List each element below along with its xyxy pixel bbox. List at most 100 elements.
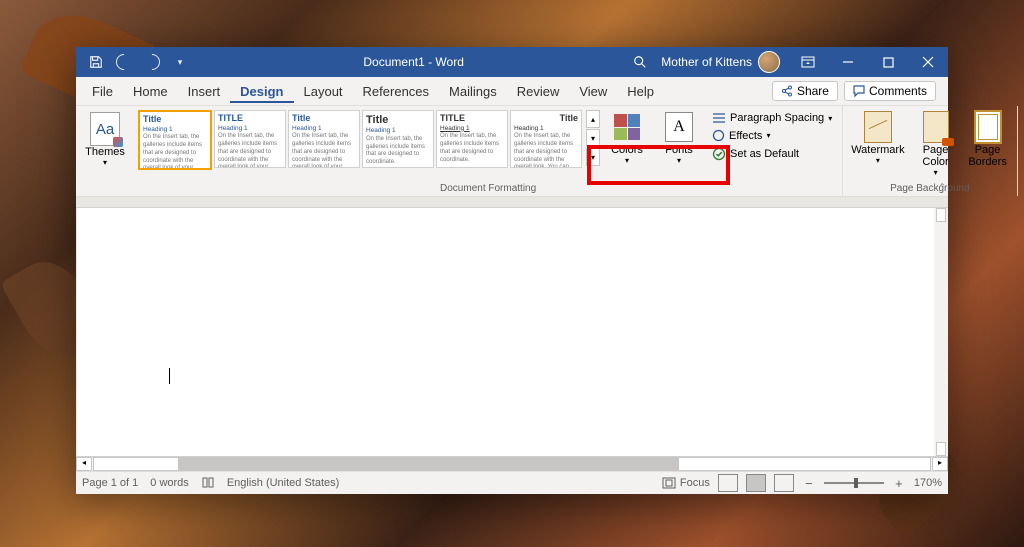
statusbar: Page 1 of 1 0 words English (United Stat… xyxy=(76,471,948,494)
group-label-page-background: Page Background xyxy=(890,181,970,196)
print-layout-button[interactable] xyxy=(746,474,766,492)
colors-button[interactable]: Colors▾ xyxy=(602,110,652,167)
paragraph-spacing-icon xyxy=(712,112,726,124)
fonts-button[interactable]: AFonts▾ xyxy=(654,110,704,167)
maximize-button[interactable] xyxy=(868,47,908,77)
set-as-default-button[interactable]: Set as Default xyxy=(706,145,838,163)
language-button[interactable]: English (United States) xyxy=(227,477,340,489)
minimize-icon xyxy=(842,56,854,68)
zoom-out-button[interactable]: − xyxy=(802,476,816,490)
scroll-left-button[interactable]: ◂ xyxy=(76,457,92,471)
chevron-down-icon: ▾ xyxy=(103,158,107,167)
watermark-icon xyxy=(864,111,892,143)
minimize-button[interactable] xyxy=(828,47,868,77)
themes-button[interactable]: Aa Themes ▾ xyxy=(80,110,130,169)
gallery-down-button[interactable]: ▾ xyxy=(586,129,600,147)
effects-button[interactable]: Effects▾ xyxy=(706,127,838,144)
ribbon-display-options-button[interactable] xyxy=(788,47,828,77)
book-icon xyxy=(201,476,215,490)
gallery-more-button[interactable]: ▾ xyxy=(586,148,600,166)
document-area[interactable] xyxy=(76,208,948,456)
focus-icon xyxy=(662,477,676,489)
colors-icon xyxy=(614,114,640,140)
undo-icon xyxy=(113,51,136,74)
window-title: Document1 - Word xyxy=(200,55,627,69)
themes-icon: Aa xyxy=(90,112,120,146)
comment-icon xyxy=(853,85,865,97)
tab-design[interactable]: Design xyxy=(230,79,293,104)
style-gallery-scroll: ▴ ▾ ▾ xyxy=(586,110,600,167)
read-mode-button[interactable] xyxy=(718,474,738,492)
chevron-down-icon: ▾ xyxy=(876,156,880,165)
tab-view[interactable]: View xyxy=(569,79,617,104)
avatar xyxy=(758,51,780,73)
chevron-down-icon: ▾ xyxy=(625,156,629,165)
zoom-slider[interactable] xyxy=(824,482,884,484)
style-set-2[interactable]: TITLEHeading 1On the Insert tab, the gal… xyxy=(214,110,286,168)
tab-review[interactable]: Review xyxy=(507,79,570,104)
search-icon xyxy=(633,55,647,69)
titlebar: ▾ Document1 - Word Mother of Kittens xyxy=(76,47,948,77)
qat-customize-button[interactable]: ▾ xyxy=(168,50,192,74)
ruler-area xyxy=(76,197,948,208)
group-label-document-formatting: Document Formatting xyxy=(440,181,536,196)
scroll-thumb[interactable] xyxy=(178,458,680,470)
ribbon-options-icon xyxy=(801,56,815,68)
quick-access-toolbar: ▾ xyxy=(76,50,200,74)
horizontal-scrollbar[interactable]: ◂ ▸ xyxy=(76,456,948,471)
undo-button[interactable] xyxy=(112,50,136,74)
style-set-4[interactable]: TitleHeading 1On the Insert tab, the gal… xyxy=(362,110,434,168)
tab-insert[interactable]: Insert xyxy=(178,79,231,104)
scroll-right-button[interactable]: ▸ xyxy=(932,457,948,471)
paragraph-spacing-button[interactable]: Paragraph Spacing▾ xyxy=(706,110,838,126)
scroll-track[interactable] xyxy=(93,457,931,471)
share-button[interactable]: Share xyxy=(772,81,838,101)
check-circle-icon xyxy=(712,147,726,161)
chevron-down-icon: ▾ xyxy=(934,168,938,177)
collapse-ribbon-button[interactable]: ˆ xyxy=(941,183,944,194)
effects-icon xyxy=(712,129,725,142)
redo-button[interactable] xyxy=(140,50,164,74)
zoom-in-button[interactable]: + xyxy=(892,476,906,490)
page-color-button[interactable]: Page Color▾ xyxy=(911,110,961,179)
style-set-6[interactable]: TitleHeading 1On the Insert tab, the gal… xyxy=(510,110,582,168)
page-borders-icon xyxy=(974,110,1002,144)
ribbon-tabs: File Home Insert Design Layout Reference… xyxy=(76,77,948,106)
gallery-up-button[interactable]: ▴ xyxy=(586,110,600,128)
comments-button[interactable]: Comments xyxy=(844,81,936,101)
vertical-scrollbar[interactable] xyxy=(934,208,948,456)
tab-layout[interactable]: Layout xyxy=(294,79,353,104)
web-layout-button[interactable] xyxy=(774,474,794,492)
tab-file[interactable]: File xyxy=(82,79,123,104)
save-icon xyxy=(89,55,103,69)
chevron-down-icon: ▾ xyxy=(677,156,681,165)
app-window: ▾ Document1 - Word Mother of Kittens Fil… xyxy=(76,47,948,494)
tab-help[interactable]: Help xyxy=(617,79,664,104)
style-set-1[interactable]: TitleHeading 1On the Insert tab, the gal… xyxy=(138,110,212,170)
tab-references[interactable]: References xyxy=(353,79,439,104)
tab-mailings[interactable]: Mailings xyxy=(439,79,507,104)
style-set-3[interactable]: TitleHeading 1On the Insert tab, the gal… xyxy=(288,110,360,168)
page-borders-button[interactable]: Page Borders xyxy=(963,110,1013,170)
share-icon xyxy=(781,85,793,97)
fonts-icon: A xyxy=(665,112,693,142)
search-button[interactable] xyxy=(627,55,653,69)
maximize-icon xyxy=(883,57,894,68)
redo-icon xyxy=(141,51,164,74)
page-count[interactable]: Page 1 of 1 xyxy=(82,477,138,489)
watermark-button[interactable]: Watermark▾ xyxy=(847,110,908,167)
close-icon xyxy=(922,56,934,68)
zoom-level[interactable]: 170% xyxy=(914,477,942,489)
ribbon: Aa Themes ▾ TitleHeading 1On the Insert … xyxy=(76,106,948,197)
user-name: Mother of Kittens xyxy=(661,55,752,69)
page-color-icon xyxy=(923,111,949,143)
spell-check-button[interactable] xyxy=(201,476,215,490)
close-button[interactable] xyxy=(908,47,948,77)
word-count[interactable]: 0 words xyxy=(150,477,189,489)
text-cursor xyxy=(169,368,170,384)
focus-mode-button[interactable]: Focus xyxy=(662,477,710,489)
save-button[interactable] xyxy=(84,50,108,74)
tab-home[interactable]: Home xyxy=(123,79,178,104)
user-account[interactable]: Mother of Kittens xyxy=(653,51,788,73)
style-set-5[interactable]: TITLEHeading 1On the Insert tab, the gal… xyxy=(436,110,508,168)
